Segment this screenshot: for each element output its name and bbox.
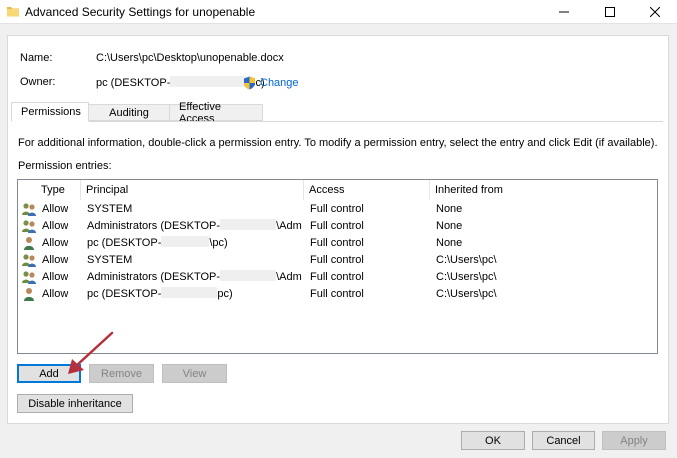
row-inherited-from: C:\Users\pc\ (436, 254, 497, 266)
name-value: C:\Users\pc\Desktop\unopenable.docx (96, 52, 284, 64)
principal-prefix: Administrators (DESKTOP- (87, 271, 221, 283)
apply-button[interactable]: Apply (602, 431, 666, 450)
row-inherited-from: None (436, 203, 463, 215)
owner-label: Owner: (20, 76, 56, 88)
principal-suffix: \Admi... (276, 220, 302, 232)
group-users-icon (22, 254, 36, 267)
group-users-icon (22, 271, 36, 284)
owner-value: pc (DESKTOP- \pc) (96, 76, 265, 89)
window-title: Advanced Security Settings for unopenabl… (25, 5, 256, 19)
table-header: Type Principal Access Inherited from (18, 180, 657, 200)
column-header-inherited-from[interactable]: Inherited from (430, 180, 657, 200)
table-row[interactable]: Allow pc (DESKTOP-pc) Full control C:\Us… (18, 286, 657, 303)
principal-suffix: pc) (217, 288, 233, 300)
group-users-icon (22, 220, 36, 233)
redacted-block (220, 219, 277, 230)
tab-strip: Permissions Auditing Effective Access (11, 101, 263, 125)
column-header-type[interactable]: Type (36, 180, 81, 200)
close-icon (649, 6, 660, 17)
row-type: Allow (42, 254, 69, 266)
permissions-description: For additional information, double-click… (18, 137, 658, 149)
row-access: Full control (310, 271, 364, 283)
row-principal: Administrators (DESKTOP- \Admi... (87, 218, 302, 235)
table-row[interactable]: Allow Administrators (DESKTOP- \Admi... F… (18, 269, 657, 286)
minimize-button[interactable] (541, 0, 586, 23)
permission-entries-label: Permission entries: (18, 160, 112, 172)
row-principal: pc (DESKTOP- \pc) (87, 235, 302, 252)
principal-suffix: \Admi... (276, 271, 302, 283)
title-bar: Advanced Security Settings for unopenabl… (0, 0, 677, 24)
row-type: Allow (42, 271, 69, 283)
row-access: Full control (310, 237, 364, 249)
principal-prefix: Administrators (DESKTOP- (87, 220, 221, 232)
row-type: Allow (42, 288, 69, 300)
maximize-button[interactable] (587, 0, 632, 23)
row-inherited-from: None (436, 220, 463, 232)
column-header-access[interactable]: Access (304, 180, 430, 200)
tab-label: Auditing (109, 106, 149, 119)
close-button[interactable] (632, 0, 677, 23)
tab-effective-access[interactable]: Effective Access (169, 101, 263, 125)
tab-auditing[interactable]: Auditing (88, 104, 170, 121)
redacted-block (161, 287, 218, 298)
minimize-icon (558, 11, 569, 12)
table-row[interactable]: Allow pc (DESKTOP- \pc) Full control None (18, 235, 657, 252)
row-inherited-from: C:\Users\pc\ (436, 288, 497, 300)
folder-icon (7, 7, 19, 17)
owner-prefix: pc (DESKTOP- (96, 77, 171, 89)
single-user-icon (24, 237, 34, 250)
tab-permissions[interactable]: Permissions (11, 102, 89, 122)
single-user-icon (24, 288, 34, 301)
change-link-label: Change (260, 77, 299, 89)
ok-button[interactable]: OK (461, 431, 525, 450)
name-label: Name: (20, 52, 53, 64)
row-access: Full control (310, 288, 364, 300)
principal-suffix: \pc) (209, 237, 228, 249)
row-type: Allow (42, 220, 69, 232)
column-header-principal[interactable]: Principal (81, 180, 304, 200)
row-access: Full control (310, 254, 364, 266)
table-row[interactable]: Allow Administrators (DESKTOP- \Admi... F… (18, 218, 657, 235)
permission-entries-list[interactable]: Type Principal Access Inherited from All… (17, 179, 658, 354)
tab-label: Permissions (21, 106, 81, 118)
change-owner-link[interactable]: Change (243, 76, 299, 90)
row-principal: SYSTEM (87, 254, 133, 266)
view-button[interactable]: View (162, 364, 227, 383)
row-inherited-from: None (436, 237, 463, 249)
row-principal: SYSTEM (87, 203, 133, 215)
maximize-icon (604, 6, 615, 17)
disable-inheritance-button[interactable]: Disable inheritance (17, 394, 133, 413)
redacted-block (170, 76, 247, 87)
remove-button[interactable]: Remove (89, 364, 154, 383)
row-principal: Administrators (DESKTOP- \Admi... (87, 269, 302, 286)
row-access: Full control (310, 203, 364, 215)
row-access: Full control (310, 220, 364, 232)
uac-shield-icon (244, 76, 255, 90)
row-principal: pc (DESKTOP-pc) (87, 286, 302, 303)
group-users-icon (22, 203, 36, 216)
row-type: Allow (42, 203, 69, 215)
add-button[interactable]: Add (17, 364, 81, 383)
table-row[interactable]: Allow SYSTEM Full control C:\Users\pc\ (18, 252, 657, 269)
cancel-button[interactable]: Cancel (532, 431, 595, 450)
principal-prefix: pc (DESKTOP- (87, 288, 162, 300)
row-inherited-from: C:\Users\pc\ (436, 271, 497, 283)
redacted-block (220, 270, 277, 281)
redacted-block (161, 236, 210, 247)
row-type: Allow (42, 237, 69, 249)
principal-prefix: pc (DESKTOP- (87, 237, 162, 249)
table-row[interactable]: Allow SYSTEM Full control None (18, 201, 657, 218)
